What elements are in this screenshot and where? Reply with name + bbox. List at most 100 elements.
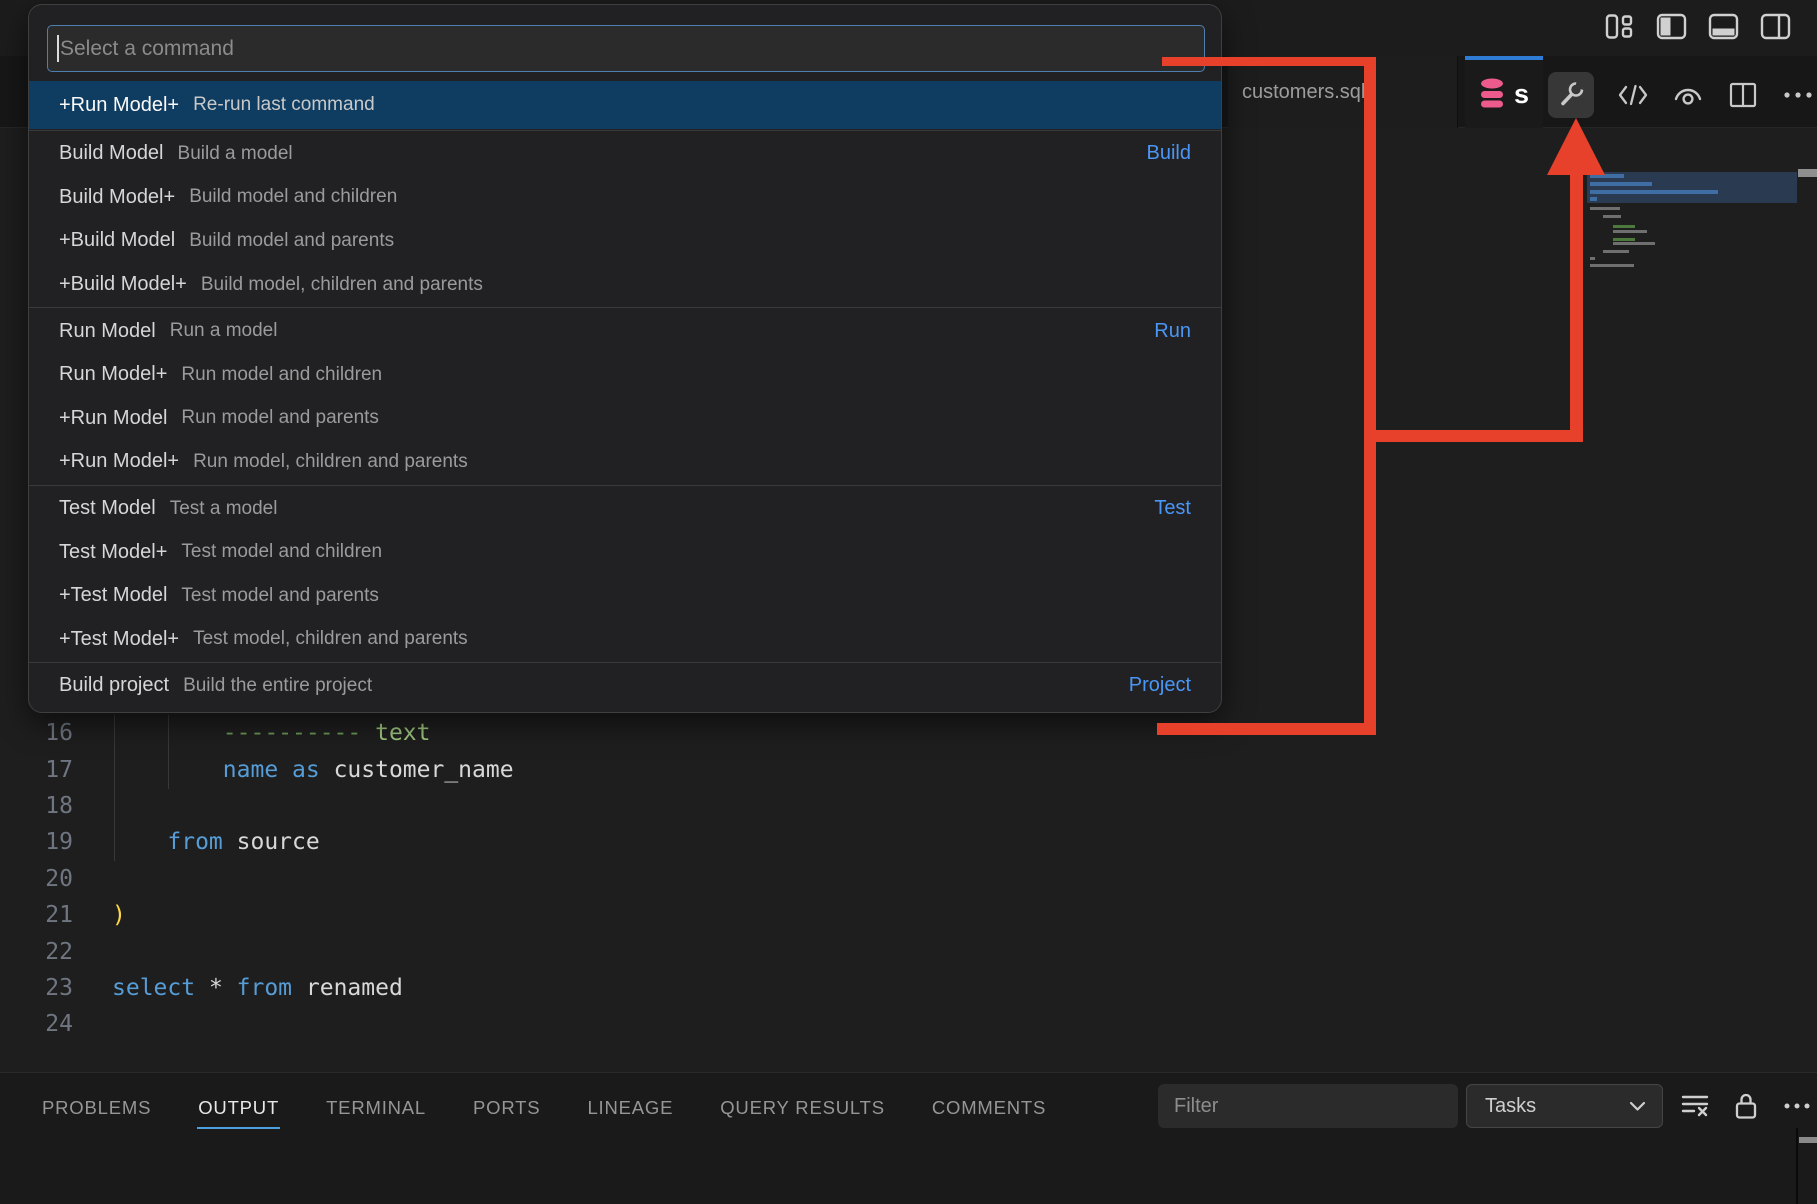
command-list-item[interactable]: Build project Build the entire project P… <box>29 664 1222 708</box>
code-line: 21 ) <box>0 897 900 933</box>
app-window: customers.sql s <box>0 0 1817 1204</box>
wrench-button[interactable] <box>1548 72 1594 118</box>
command-group-divider <box>29 130 1222 131</box>
code-line: 17 name as customer_name <box>0 751 900 787</box>
command-label: Run Model <box>59 320 156 343</box>
line-number: 16 <box>0 720 73 746</box>
code-line: 22 <box>0 933 900 969</box>
code-line: 19 from source <box>0 824 900 860</box>
code-line: 24 <box>0 1006 900 1042</box>
code-icon[interactable] <box>1617 79 1649 111</box>
command-description: Run model and parents <box>181 407 379 429</box>
minimap-code-bar <box>1603 215 1621 218</box>
panel-tab-comments[interactable]: COMMENTS <box>932 1097 1046 1119</box>
command-palette: Select a command +Run Model+ Re-run last… <box>28 4 1222 713</box>
tab-customers-sql[interactable]: customers.sql <box>1228 56 1458 128</box>
command-description: Build the entire project <box>183 675 372 697</box>
minimap-code-bar <box>1613 242 1655 245</box>
lock-icon[interactable] <box>1731 1091 1761 1121</box>
minimap-code-bar <box>1590 257 1595 260</box>
tasks-dropdown[interactable]: Tasks <box>1466 1084 1663 1128</box>
line-number: 19 <box>0 829 73 855</box>
panel-tab-query-results[interactable]: QUERY RESULTS <box>720 1097 885 1119</box>
command-list-item[interactable]: Test Model+ Test model and children <box>29 530 1222 574</box>
line-number: 20 <box>0 866 73 892</box>
minimap-code-bar <box>1613 238 1635 241</box>
annotation-line-bottom <box>1157 723 1376 735</box>
command-list-item[interactable]: +Build Model Build model and parents <box>29 219 1222 263</box>
panel-tab-ports[interactable]: PORTS <box>473 1097 540 1119</box>
command-list-item[interactable]: Test Model Test a model Test <box>29 487 1222 531</box>
minimap[interactable] <box>1587 150 1797 282</box>
filter-input[interactable]: Filter <box>1158 1084 1458 1128</box>
command-label: Build Model+ <box>59 186 175 209</box>
command-list-item[interactable]: +Run Model+ Re-run last command <box>29 81 1222 129</box>
command-description: Build a model <box>178 143 293 165</box>
command-list-item[interactable]: +Build Model+ Build model, children and … <box>29 263 1222 307</box>
annotation-line-top <box>1162 57 1376 66</box>
command-list-item[interactable]: +Test Model Test model and parents <box>29 574 1222 618</box>
side-tab-label: s <box>1514 79 1529 110</box>
more-icon[interactable] <box>1782 1091 1812 1121</box>
command-list-item[interactable]: Build Model+ Build model and children <box>29 176 1222 220</box>
toggle-panel-icon[interactable] <box>1708 11 1739 42</box>
command-list-item[interactable]: +Test Model+ Test model, children and pa… <box>29 618 1222 662</box>
chevron-down-icon <box>1629 1101 1646 1112</box>
panel-tab-lineage[interactable]: LINEAGE <box>587 1097 673 1119</box>
wrench-icon <box>1556 80 1586 110</box>
editor-actions-toolbar <box>1548 72 1814 118</box>
code-text: select * from renamed <box>73 975 403 1001</box>
panel-scrollbar-thumb[interactable] <box>1799 1137 1817 1143</box>
line-number: 24 <box>0 1011 73 1037</box>
toggle-secondary-sidebar-icon[interactable] <box>1760 11 1791 42</box>
toggle-primary-sidebar-icon[interactable] <box>1656 11 1687 42</box>
code-line: 16 ---------- text <box>0 715 900 751</box>
command-list-item[interactable]: Build Model Build a model Build <box>29 132 1222 176</box>
command-label: Build project <box>59 674 169 697</box>
command-list-item[interactable]: +Run Model Run model and parents <box>29 397 1222 441</box>
line-number: 21 <box>0 902 73 928</box>
line-number: 22 <box>0 939 73 965</box>
command-description: Test model and parents <box>181 585 379 607</box>
command-group-badge: Project <box>1129 674 1191 697</box>
command-description: Build model, children and parents <box>201 274 483 296</box>
clear-output-icon[interactable] <box>1680 1091 1710 1121</box>
command-description: Test model and children <box>181 541 382 563</box>
minimap-code-bar <box>1590 207 1620 210</box>
command-list: +Run Model+ Re-run last command Build Mo… <box>29 81 1222 713</box>
panel-tab-output[interactable]: OUTPUT <box>198 1097 279 1119</box>
split-editor-icon[interactable] <box>1727 79 1759 111</box>
minimap-code-bar <box>1590 190 1718 194</box>
command-list-item[interactable]: Run Model+ Run model and children <box>29 353 1222 397</box>
command-label: Test Model+ <box>59 541 167 564</box>
command-description: Build model and parents <box>189 230 394 252</box>
command-label: Run Model+ <box>59 363 167 386</box>
panel-tab-terminal[interactable]: TERMINAL <box>326 1097 426 1119</box>
code-text: ---------- text <box>73 720 431 746</box>
code-area[interactable]: 16 ---------- text 17 name as customer_n… <box>0 715 900 1043</box>
tab-label: customers.sql <box>1242 81 1365 104</box>
command-description: Run a model <box>170 320 278 342</box>
command-group-divider <box>29 485 1222 486</box>
more-actions-icon[interactable] <box>1782 79 1814 111</box>
line-number: 18 <box>0 793 73 819</box>
command-label: +Build Model+ <box>59 273 187 296</box>
customize-layout-icon[interactable] <box>1604 11 1635 42</box>
command-list-item[interactable]: Run Model Run a model Run <box>29 309 1222 353</box>
line-number: 23 <box>0 975 73 1001</box>
command-list-item[interactable]: +Run Model+ Run model, children and pare… <box>29 440 1222 484</box>
code-line: 20 <box>0 861 900 897</box>
command-list-item[interactable]: Clean project Run `dbt clean` <box>29 708 1222 713</box>
command-input[interactable]: Select a command <box>47 25 1205 72</box>
editor-scrollbar-thumb[interactable] <box>1798 169 1817 177</box>
command-description: Run model, children and parents <box>193 451 468 473</box>
editor-scrollbar[interactable] <box>1797 128 1817 1072</box>
code-line: 23 select * from renamed <box>0 970 900 1006</box>
preview-eye-icon[interactable] <box>1672 79 1704 111</box>
side-editor-tab[interactable]: s <box>1465 56 1543 128</box>
command-label: +Run Model+ <box>59 94 179 117</box>
line-number: 17 <box>0 757 73 783</box>
panel-tab-problems[interactable]: PROBLEMS <box>42 1097 151 1119</box>
minimap-code-bar <box>1590 197 1597 201</box>
panel-corner-separator <box>1796 1128 1798 1204</box>
